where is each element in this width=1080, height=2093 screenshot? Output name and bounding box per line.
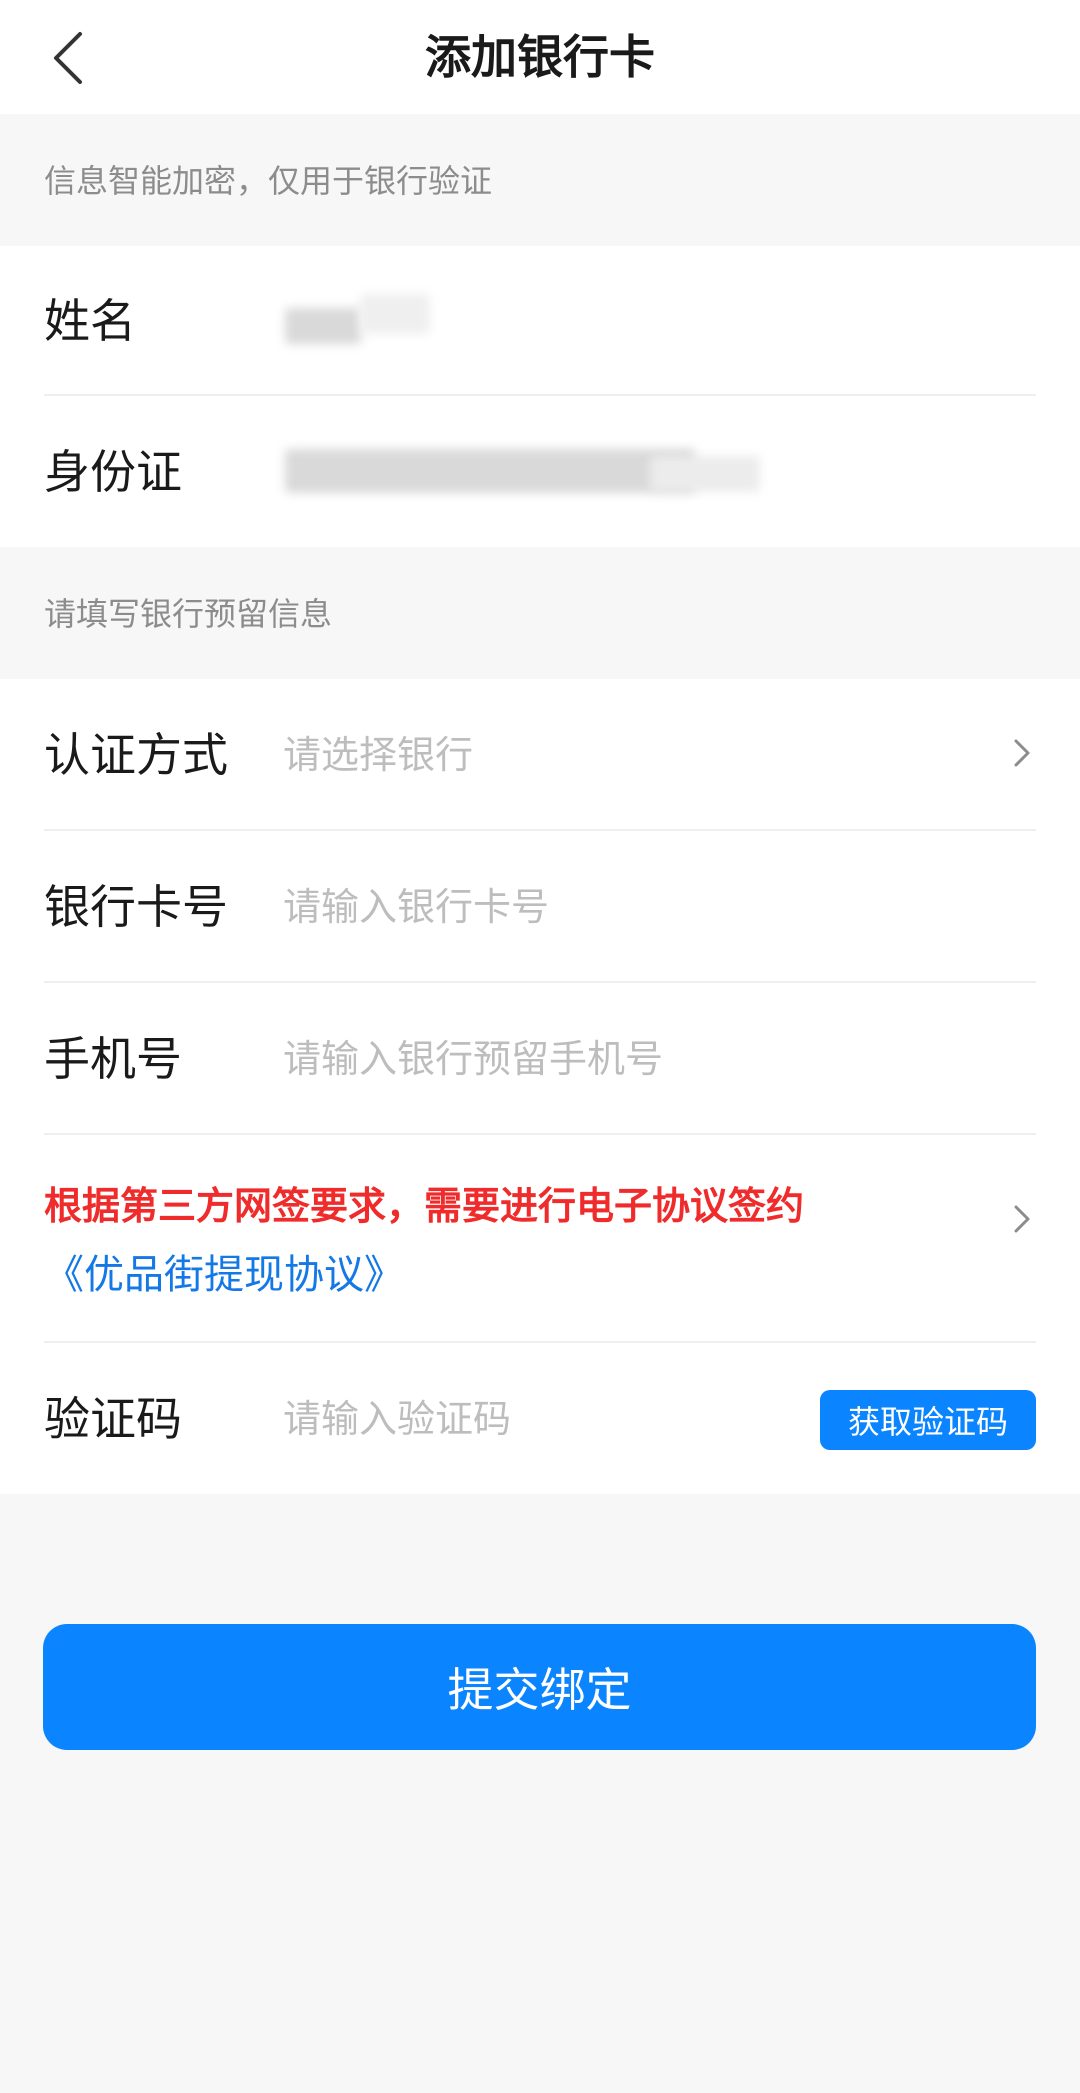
auth-method-label: 认证方式 [44,728,228,782]
get-code-button[interactable]: 获取验证码 [820,1390,1036,1450]
name-label: 姓名 [44,294,136,348]
bank-info-card: 认证方式 请选择银行 银行卡号 请输入银行卡号 手机号 请输入银行预留手机号 验… [0,679,1080,1494]
submit-button[interactable]: 提交绑定 [43,1624,1036,1750]
verify-code-input[interactable]: 请输入验证码 [283,1395,511,1443]
header-bar: 添加银行卡 [0,0,1080,114]
identity-card: 姓名 身份证 [0,246,1080,547]
chevron-right-icon [1004,1201,1040,1237]
phone-row: 手机号 请输入银行预留手机号 [0,983,1080,1133]
card-number-input[interactable]: 请输入银行卡号 [283,883,549,931]
chevron-right-icon [1004,735,1040,771]
id-label: 身份证 [44,445,182,499]
page-title: 添加银行卡 [425,30,655,84]
name-row: 姓名 [0,246,1080,396]
card-number-row: 银行卡号 请输入银行卡号 [0,831,1080,981]
card-number-label: 银行卡号 [44,880,228,934]
phone-input[interactable]: 请输入银行预留手机号 [283,1035,663,1083]
agreement-link[interactable]: 《优品街提现协议》 [44,1250,404,1300]
agreement-row[interactable] [0,1135,1080,1335]
add-bank-card-page: 添加银行卡 信息智能加密，仅用于银行验证 姓名 身份证 请填写银行预留信息 认证… [0,0,1080,2093]
bank-select[interactable]: 请选择银行 [283,731,473,779]
id-row: 身份证 [0,396,1080,547]
phone-label: 手机号 [44,1032,182,1086]
bank-info-hint: 请填写银行预留信息 [44,595,333,633]
agreement-notice: 根据第三方网签要求，需要进行电子协议签约 [44,1184,805,1228]
verify-code-label: 验证码 [44,1392,182,1446]
auth-method-row[interactable]: 认证方式 请选择银行 [0,679,1080,829]
encryption-hint: 信息智能加密，仅用于银行验证 [44,162,493,200]
